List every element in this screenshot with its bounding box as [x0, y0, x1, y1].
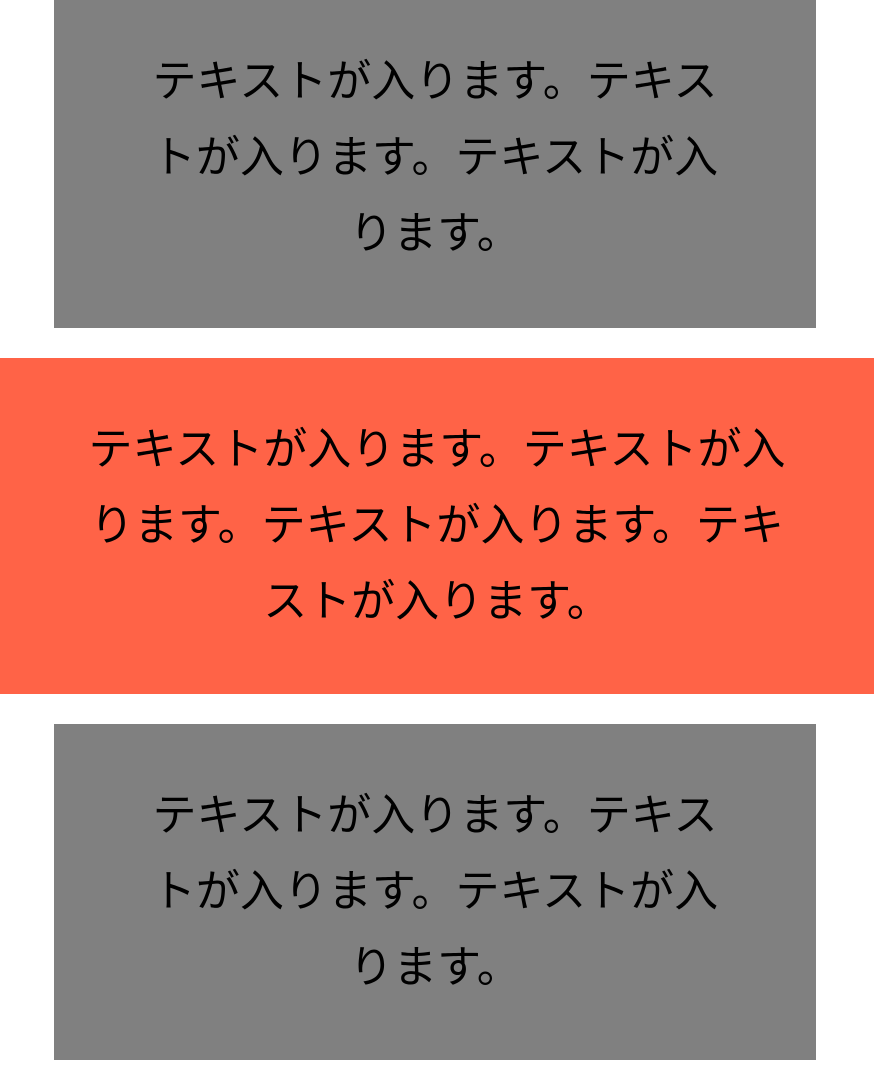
text-box-top-line-2: トが入ります。テキストが入	[151, 132, 719, 183]
text-box-top-line-1: テキストが入ります。テキス	[152, 56, 718, 107]
text-box-highlight-line-3: ストが入ります。	[263, 576, 611, 627]
text-box-highlight-line-1: テキストが入ります。テキストが入	[88, 424, 786, 475]
text-box-bottom-line-1: テキストが入ります。テキス	[152, 790, 718, 841]
text-box-bottom-line-2: トが入ります。テキストが入	[151, 866, 719, 917]
text-box-highlight-line-2: ります。テキストが入ります。テキ	[90, 500, 784, 551]
text-box-bottom: テキストが入ります。テキス トが入ります。テキストが入 ります。	[54, 724, 816, 1060]
text-box-highlight: テキストが入ります。テキストが入 ります。テキストが入ります。テキ ストが入りま…	[0, 358, 874, 694]
text-box-top: テキストが入ります。テキス トが入ります。テキストが入 ります。	[54, 0, 816, 328]
text-box-bottom-line-3: ります。	[349, 942, 521, 993]
text-box-top-line-3: ります。	[349, 208, 521, 259]
